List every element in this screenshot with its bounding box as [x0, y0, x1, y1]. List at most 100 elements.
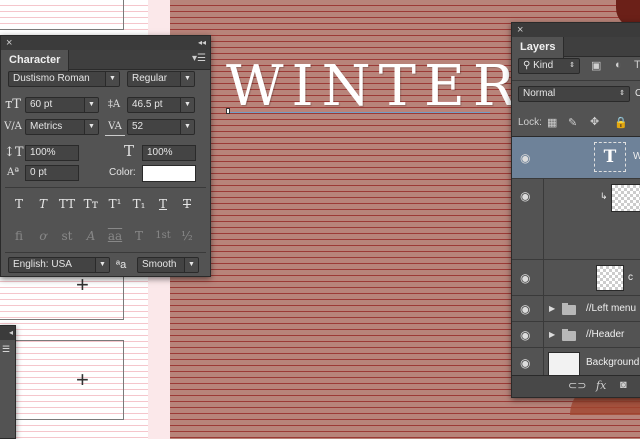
text-color-swatch[interactable]	[142, 165, 196, 182]
stylistic-alternates-button[interactable]: aa	[104, 228, 126, 244]
divider	[5, 252, 206, 253]
all-caps-button[interactable]: TT	[56, 196, 78, 212]
contextual-alternates-button[interactable]: st	[56, 228, 78, 244]
superscript-button[interactable]: T¹	[104, 196, 126, 212]
eye-icon[interactable]: ◉	[520, 151, 530, 165]
vertical-scale-input[interactable]: 100%	[25, 145, 79, 161]
crosshair-icon: +	[76, 272, 89, 297]
fractions-button[interactable]: ½	[176, 228, 198, 244]
ligatures-button[interactable]: fi	[8, 228, 30, 244]
chevron-down-icon: ▼	[184, 258, 198, 272]
layer-row-background[interactable]: ◉ Background	[512, 348, 640, 378]
small-caps-button[interactable]: Tт	[80, 196, 102, 212]
tracking-icon: VA	[105, 119, 125, 136]
leading-value: 46.5 pt	[132, 99, 163, 110]
character-panel: × ◂◂ Character ▾☰ Dustismo Roman ▼ Regul…	[0, 35, 211, 277]
link-icon[interactable]: ⊂⊃	[568, 379, 586, 392]
collapse-icon[interactable]: ◂◂	[198, 36, 206, 50]
chevron-down-icon: ▼	[95, 258, 109, 272]
vertical-scale-icon: ↕T	[4, 145, 24, 160]
layers-panel-titlebar[interactable]: ×	[512, 23, 640, 37]
disclosure-triangle-icon[interactable]: ▶	[549, 304, 555, 313]
eye-icon[interactable]: ◉	[520, 356, 530, 370]
eye-icon[interactable]: ◉	[520, 328, 530, 342]
layer-name[interactable]: Background	[586, 357, 639, 368]
layers-panel: × Layers ⚲ Kind ⇕ ▣ ◐ T Normal ⇕ O Lock:…	[511, 22, 640, 398]
lock-brush-icon[interactable]: ✎	[568, 116, 577, 129]
layer-row-image[interactable]: ◉ c	[512, 260, 640, 296]
close-icon[interactable]: ×	[6, 36, 12, 50]
collapse-icon[interactable]: ◂	[9, 326, 13, 340]
layer-name[interactable]: W	[633, 151, 640, 162]
layer-thumbnail	[596, 265, 624, 291]
character-panel-titlebar[interactable]: × ◂◂	[1, 36, 210, 50]
panel-menu-icon[interactable]: ☰	[2, 341, 10, 357]
language-select[interactable]: English: USA ▼	[8, 257, 110, 273]
layer-filter-value: Kind	[533, 60, 554, 71]
subscript-button[interactable]: T₁	[128, 196, 150, 212]
leading-icon: ‡A	[107, 99, 121, 110]
faux-bold-button[interactable]: T	[8, 196, 30, 212]
antialias-icon: ªa	[116, 259, 127, 271]
underline-button[interactable]: T	[152, 196, 174, 212]
eye-icon[interactable]: ◉	[520, 302, 530, 316]
filter-pixel-icon[interactable]: ▣	[591, 59, 601, 72]
font-family-select[interactable]: Dustismo Roman ▼	[8, 71, 120, 87]
layer-name[interactable]: c	[628, 272, 633, 283]
clipping-mask-icon: ↳	[600, 191, 608, 201]
mask-icon[interactable]: ◙	[620, 379, 627, 391]
layer-name[interactable]: //Left menu	[586, 303, 636, 314]
chevron-updown-icon: ⇕	[619, 90, 625, 97]
baseline-shift-input[interactable]: 0 pt	[25, 165, 79, 181]
lock-label: Lock:	[518, 117, 542, 128]
text-baseline	[226, 112, 490, 113]
horizontal-scale-input[interactable]: 100%	[142, 145, 196, 161]
lock-all-icon[interactable]: 🔒	[614, 116, 628, 129]
docked-panel-titlebar[interactable]: ◂	[0, 326, 15, 340]
layer-row-group-header[interactable]: ◉ ▶ //Header	[512, 322, 640, 348]
ordinals-button[interactable]: 1st	[152, 228, 174, 244]
close-icon[interactable]: ×	[517, 23, 523, 37]
chevron-down-icon: ▼	[180, 72, 194, 86]
eye-icon[interactable]: ◉	[520, 271, 530, 285]
divider	[512, 80, 640, 81]
divider	[5, 187, 206, 188]
tracking-select[interactable]: 52 ▼	[127, 119, 195, 135]
layers-tabbar: Layers	[512, 37, 640, 58]
faux-italic-button[interactable]: T	[32, 196, 54, 212]
winter-headline-text[interactable]: WINTER	[226, 54, 523, 119]
font-style-select[interactable]: Regular ▼	[127, 71, 195, 87]
layer-thumbnail	[548, 352, 580, 376]
layer-row-clipped[interactable]: ◉ ↳	[512, 179, 640, 260]
layer-row-text[interactable]: ◉ T W	[512, 137, 640, 179]
titling-alternates-button[interactable]: T	[128, 228, 150, 244]
fx-icon[interactable]: fx	[596, 379, 606, 392]
discretionary-ligatures-button[interactable]: ơ	[32, 228, 54, 244]
text-anchor-handle[interactable]	[226, 108, 230, 114]
tab-character[interactable]: Character	[1, 50, 70, 71]
antialias-select[interactable]: Smooth ▼	[137, 257, 199, 273]
swash-button[interactable]: A	[80, 228, 102, 244]
font-size-value: 60 pt	[30, 99, 53, 110]
disclosure-triangle-icon[interactable]: ▶	[549, 330, 555, 339]
tab-layers[interactable]: Layers	[512, 37, 565, 58]
blend-mode-select[interactable]: Normal ⇕	[518, 86, 630, 102]
lock-transparent-icon[interactable]: ▦	[547, 116, 557, 129]
horizontal-scale-icon: T	[123, 142, 134, 160]
filter-type-icon[interactable]: T	[634, 59, 640, 71]
kerning-select[interactable]: Metrics ▼	[25, 119, 99, 135]
font-family-value: Dustismo Roman	[13, 73, 90, 84]
leading-select[interactable]: 46.5 pt ▼	[127, 97, 195, 113]
character-tabbar: Character ▾☰	[1, 50, 210, 71]
layer-filter-select[interactable]: ⚲ Kind ⇕	[518, 58, 580, 74]
strikethrough-button[interactable]: T	[176, 196, 198, 212]
panel-menu-icon[interactable]: ▾☰	[192, 53, 206, 64]
eye-icon[interactable]: ◉	[520, 189, 530, 203]
lock-position-icon[interactable]: ✥	[590, 115, 599, 128]
tracking-value: 52	[132, 121, 144, 132]
layer-name[interactable]: //Header	[586, 329, 624, 340]
layer-row-group-left-menu[interactable]: ◉ ▶ //Left menu	[512, 296, 640, 322]
font-size-select[interactable]: 60 pt ▼	[25, 97, 99, 113]
chevron-updown-icon: ⇕	[569, 62, 575, 69]
filter-adjustment-icon[interactable]: ◐	[615, 59, 622, 71]
